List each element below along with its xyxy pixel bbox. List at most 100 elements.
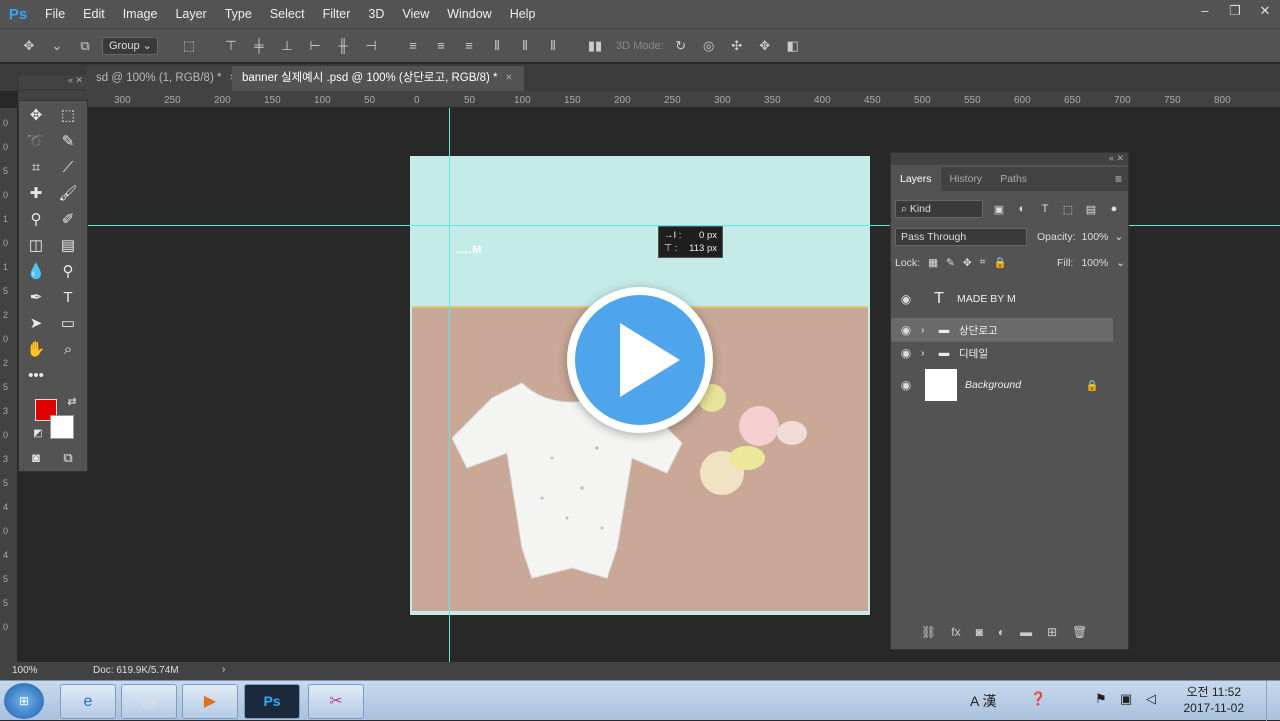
- taskbar-clock[interactable]: 오전 11:52 2017-11-02: [1184, 684, 1245, 716]
- auto-align-icon[interactable]: ▮▮: [584, 35, 606, 57]
- kind-filter-dropdown[interactable]: ⌕ Kind: [895, 200, 983, 218]
- ime-indicator[interactable]: A 漢: [970, 691, 996, 711]
- photoshop-taskbar-icon[interactable]: Ps: [244, 684, 300, 719]
- close-icon[interactable]: ✕: [1250, 0, 1280, 24]
- menu-edit[interactable]: Edit: [74, 7, 114, 21]
- tab-layers[interactable]: Layers: [891, 167, 941, 191]
- history-brush-icon[interactable]: ✐: [55, 209, 81, 231]
- clone-stamp-icon[interactable]: ⚲: [23, 209, 49, 231]
- default-colors-icon[interactable]: ◩: [25, 423, 51, 445]
- panel-menu-icon[interactable]: ≡: [1115, 167, 1128, 191]
- path-select-icon[interactable]: ➤: [23, 313, 49, 335]
- smart-object-filter-icon[interactable]: ▤: [1084, 203, 1098, 216]
- restore-icon[interactable]: ❐: [1220, 0, 1250, 24]
- crop-tool-icon[interactable]: ⌗: [23, 157, 49, 179]
- transform-controls-icon[interactable]: ⬚: [178, 35, 200, 57]
- 3d-slide-icon[interactable]: ✥: [754, 35, 776, 57]
- lock-all-icon[interactable]: 🔒: [994, 256, 1007, 269]
- quick-mask-icon[interactable]: ◙: [23, 447, 49, 469]
- opacity-field[interactable]: 100%: [1082, 231, 1109, 243]
- expand-arrow-icon[interactable]: ›: [921, 347, 929, 359]
- blur-tool-icon[interactable]: 💧: [23, 261, 49, 283]
- 3d-drag-icon[interactable]: ✣: [726, 35, 748, 57]
- tab-document-1[interactable]: sd @ 100% (1, RGB/8) *×: [86, 66, 247, 91]
- add-mask-icon[interactable]: ◙: [976, 625, 983, 639]
- internet-explorer-icon[interactable]: e: [60, 684, 116, 719]
- link-layers-icon[interactable]: ⛓: [921, 625, 936, 639]
- fx-icon[interactable]: fx: [951, 625, 960, 639]
- align-bottom-icon[interactable]: ⊥: [276, 35, 298, 57]
- lasso-tool-icon[interactable]: ➰: [23, 131, 49, 153]
- type-tool-icon[interactable]: T: [55, 287, 81, 309]
- dodge-tool-icon[interactable]: ⚲: [55, 261, 81, 283]
- 3d-rotate-icon[interactable]: ↻: [670, 35, 692, 57]
- more-tools-icon[interactable]: •••: [23, 365, 49, 387]
- menu-filter[interactable]: Filter: [314, 7, 360, 21]
- visibility-eye-icon[interactable]: ◉: [891, 346, 921, 360]
- menu-help[interactable]: Help: [501, 7, 545, 21]
- visibility-eye-icon[interactable]: ◉: [891, 378, 921, 392]
- chevron-down-icon[interactable]: ⌄: [1114, 231, 1123, 243]
- menu-layer[interactable]: Layer: [166, 7, 215, 21]
- media-player-icon[interactable]: ▶: [182, 684, 238, 719]
- distribute-top-icon[interactable]: ≡: [402, 35, 424, 57]
- show-desktop-button[interactable]: [1266, 681, 1280, 721]
- tab-history[interactable]: History: [941, 167, 992, 191]
- pen-tool-icon[interactable]: ✒: [23, 287, 49, 309]
- trash-icon[interactable]: 🗑: [1072, 625, 1087, 639]
- paint-icon[interactable]: ✂: [308, 684, 364, 719]
- align-top-icon[interactable]: ⊤: [220, 35, 242, 57]
- type-filter-icon[interactable]: T: [1038, 203, 1052, 215]
- menu-select[interactable]: Select: [261, 7, 314, 21]
- zoom-level[interactable]: 100%: [12, 665, 38, 676]
- visibility-eye-icon[interactable]: ◉: [891, 292, 921, 306]
- pixel-filter-icon[interactable]: ▣: [992, 203, 1006, 216]
- lock-transparent-icon[interactable]: ▦: [928, 257, 938, 269]
- zoom-tool-icon[interactable]: ⌕: [55, 339, 81, 361]
- chevron-right-icon[interactable]: ›: [222, 664, 225, 675]
- hand-tool-icon[interactable]: ✋: [23, 339, 49, 361]
- align-right-icon[interactable]: ⊣: [360, 35, 382, 57]
- marquee-tool-icon[interactable]: ⬚: [55, 105, 81, 127]
- lock-artboard-icon[interactable]: ⌗: [980, 256, 986, 269]
- chevron-down-icon[interactable]: ⌄: [46, 35, 68, 57]
- menu-3d[interactable]: 3D: [359, 7, 393, 21]
- swap-colors-icon[interactable]: ⇄: [59, 391, 85, 413]
- layer-row[interactable]: ◉ T MADE BY M: [891, 287, 1113, 311]
- tab-close-icon[interactable]: ×: [505, 72, 512, 84]
- horizontal-ruler[interactable]: 300 250 200 150 100 50 0 50 100 150 200 250 300 350 40…: [18, 91, 1280, 108]
- tools-panel-header[interactable]: « ✕: [19, 75, 89, 89]
- rectangle-tool-icon[interactable]: ▭: [55, 313, 81, 335]
- flag-icon[interactable]: ⚑: [1095, 691, 1107, 707]
- align-hcenter-icon[interactable]: ╫: [332, 35, 354, 57]
- menu-image[interactable]: Image: [114, 7, 167, 21]
- move-tool-icon[interactable]: ✥: [18, 35, 40, 57]
- fill-field[interactable]: 100%: [1081, 257, 1108, 269]
- layer-row[interactable]: ◉ › ▬ 상단로고: [891, 318, 1113, 342]
- expand-arrow-icon[interactable]: ›: [921, 324, 929, 336]
- distribute-hcenter-icon[interactable]: ⫴: [514, 35, 536, 57]
- adjustment-filter-icon[interactable]: ◐: [1015, 203, 1029, 215]
- distribute-right-icon[interactable]: ⫴: [542, 35, 564, 57]
- start-button[interactable]: ⊞: [4, 683, 44, 719]
- shape-filter-icon[interactable]: ⬚: [1061, 203, 1075, 216]
- volume-icon[interactable]: ◁: [1146, 691, 1156, 707]
- lock-position-icon[interactable]: ✥: [963, 257, 972, 269]
- new-layer-icon[interactable]: ⊞: [1047, 625, 1057, 639]
- brush-tool-icon[interactable]: 🖌: [55, 183, 81, 205]
- distribute-bottom-icon[interactable]: ≡: [458, 35, 480, 57]
- visibility-eye-icon[interactable]: ◉: [891, 323, 921, 337]
- menu-window[interactable]: Window: [438, 7, 500, 21]
- 3d-scale-icon[interactable]: ◧: [782, 35, 804, 57]
- background-color-swatch[interactable]: [50, 415, 74, 439]
- auto-select-icon[interactable]: ⧉: [74, 35, 96, 57]
- distribute-left-icon[interactable]: ⫴: [486, 35, 508, 57]
- help-icon[interactable]: ❓: [1030, 691, 1046, 707]
- tab-document-banner[interactable]: banner 실제예시 .psd @ 100% (상단로고, RGB/8) * ×: [232, 66, 524, 91]
- menu-file[interactable]: File: [36, 7, 74, 21]
- adjustment-layer-icon[interactable]: ◐: [998, 625, 1005, 639]
- blend-mode-dropdown[interactable]: Pass Through: [895, 228, 1027, 246]
- vertical-ruler[interactable]: 0 0 5 0 1 0 1 5 2 0 2 5 3 0 3 5 4 0 4 5 5 0: [0, 108, 17, 662]
- quick-select-tool-icon[interactable]: ✎: [55, 131, 81, 153]
- gradient-tool-icon[interactable]: ▤: [55, 235, 81, 257]
